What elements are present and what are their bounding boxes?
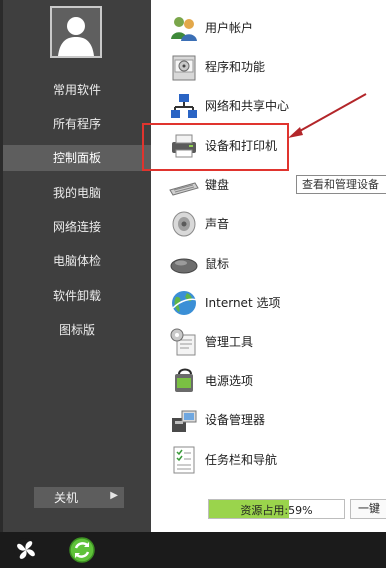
globe-icon bbox=[169, 288, 199, 318]
users-icon bbox=[169, 13, 199, 43]
taskbar bbox=[0, 532, 386, 568]
cp-item-label: 用户帐户 bbox=[205, 21, 254, 35]
cp-item-label: 设备管理器 bbox=[205, 413, 266, 427]
cp-item-label: 电源选项 bbox=[205, 374, 254, 388]
refresh-app-icon bbox=[69, 537, 95, 563]
sidebar-item-icon-view[interactable]: 图标版 bbox=[3, 317, 151, 343]
triangle-right-icon[interactable]: ▶ bbox=[110, 490, 118, 501]
taskbar-app-button[interactable] bbox=[68, 536, 96, 564]
cp-item-label: 声音 bbox=[205, 217, 230, 231]
shutdown-button[interactable]: 关机 ▶ bbox=[34, 487, 124, 508]
admin-tools-icon bbox=[169, 327, 199, 357]
mouse-icon bbox=[169, 249, 199, 279]
resource-usage-label: 资源占用:59% bbox=[240, 504, 313, 517]
annotation-highlight-box bbox=[142, 123, 289, 171]
sidebar-item-software-uninstall[interactable]: 软件卸载 bbox=[3, 283, 151, 309]
cp-item-label: 任务栏和导航 bbox=[205, 453, 278, 467]
sidebar-item-control-panel[interactable]: 控制面板 bbox=[3, 145, 151, 171]
one-key-button[interactable]: 一键 bbox=[350, 499, 386, 519]
power-icon bbox=[169, 366, 199, 396]
shutdown-label: 关机 bbox=[54, 491, 79, 505]
user-avatar[interactable] bbox=[50, 6, 102, 58]
taskbar-nav-icon bbox=[169, 445, 199, 475]
cp-item-label: 程序和功能 bbox=[205, 60, 266, 74]
sidebar-item-all-programs[interactable]: 所有程序 bbox=[3, 111, 151, 137]
cp-item-label: Internet 选项 bbox=[205, 296, 281, 310]
start-button[interactable] bbox=[12, 536, 40, 564]
cp-item-label: 鼠标 bbox=[205, 257, 230, 271]
sidebar-item-common-software[interactable]: 常用软件 bbox=[3, 77, 151, 103]
cp-item-label: 网络和共享中心 bbox=[205, 99, 290, 113]
sidebar-item-network-connections[interactable]: 网络连接 bbox=[3, 214, 151, 240]
sidebar-item-pc-checkup[interactable]: 电脑体检 bbox=[3, 248, 151, 274]
cp-item-label: 管理工具 bbox=[205, 335, 254, 349]
user-silhouette-icon bbox=[52, 8, 100, 56]
cp-item-label: 键盘 bbox=[205, 178, 230, 192]
start-logo-icon bbox=[14, 538, 38, 562]
sidebar-item-my-computer[interactable]: 我的电脑 bbox=[3, 180, 151, 206]
programs-icon bbox=[169, 52, 199, 82]
control-panel-list: 用户帐户 程序和功能 网络和共享中心 设备和打印机 键盘 声音 鼠标 Inter… bbox=[151, 0, 386, 532]
keyboard-icon bbox=[169, 170, 199, 200]
speaker-icon bbox=[169, 209, 199, 239]
device-manager-icon bbox=[169, 405, 199, 435]
resource-usage-bar[interactable]: 资源占用:59% bbox=[208, 499, 345, 519]
start-menu-sidebar: 常用软件 所有程序 控制面板 我的电脑 网络连接 电脑体检 软件卸载 图标版 关… bbox=[0, 0, 151, 532]
network-icon bbox=[169, 91, 199, 121]
tooltip: 查看和管理设备 bbox=[296, 175, 386, 194]
